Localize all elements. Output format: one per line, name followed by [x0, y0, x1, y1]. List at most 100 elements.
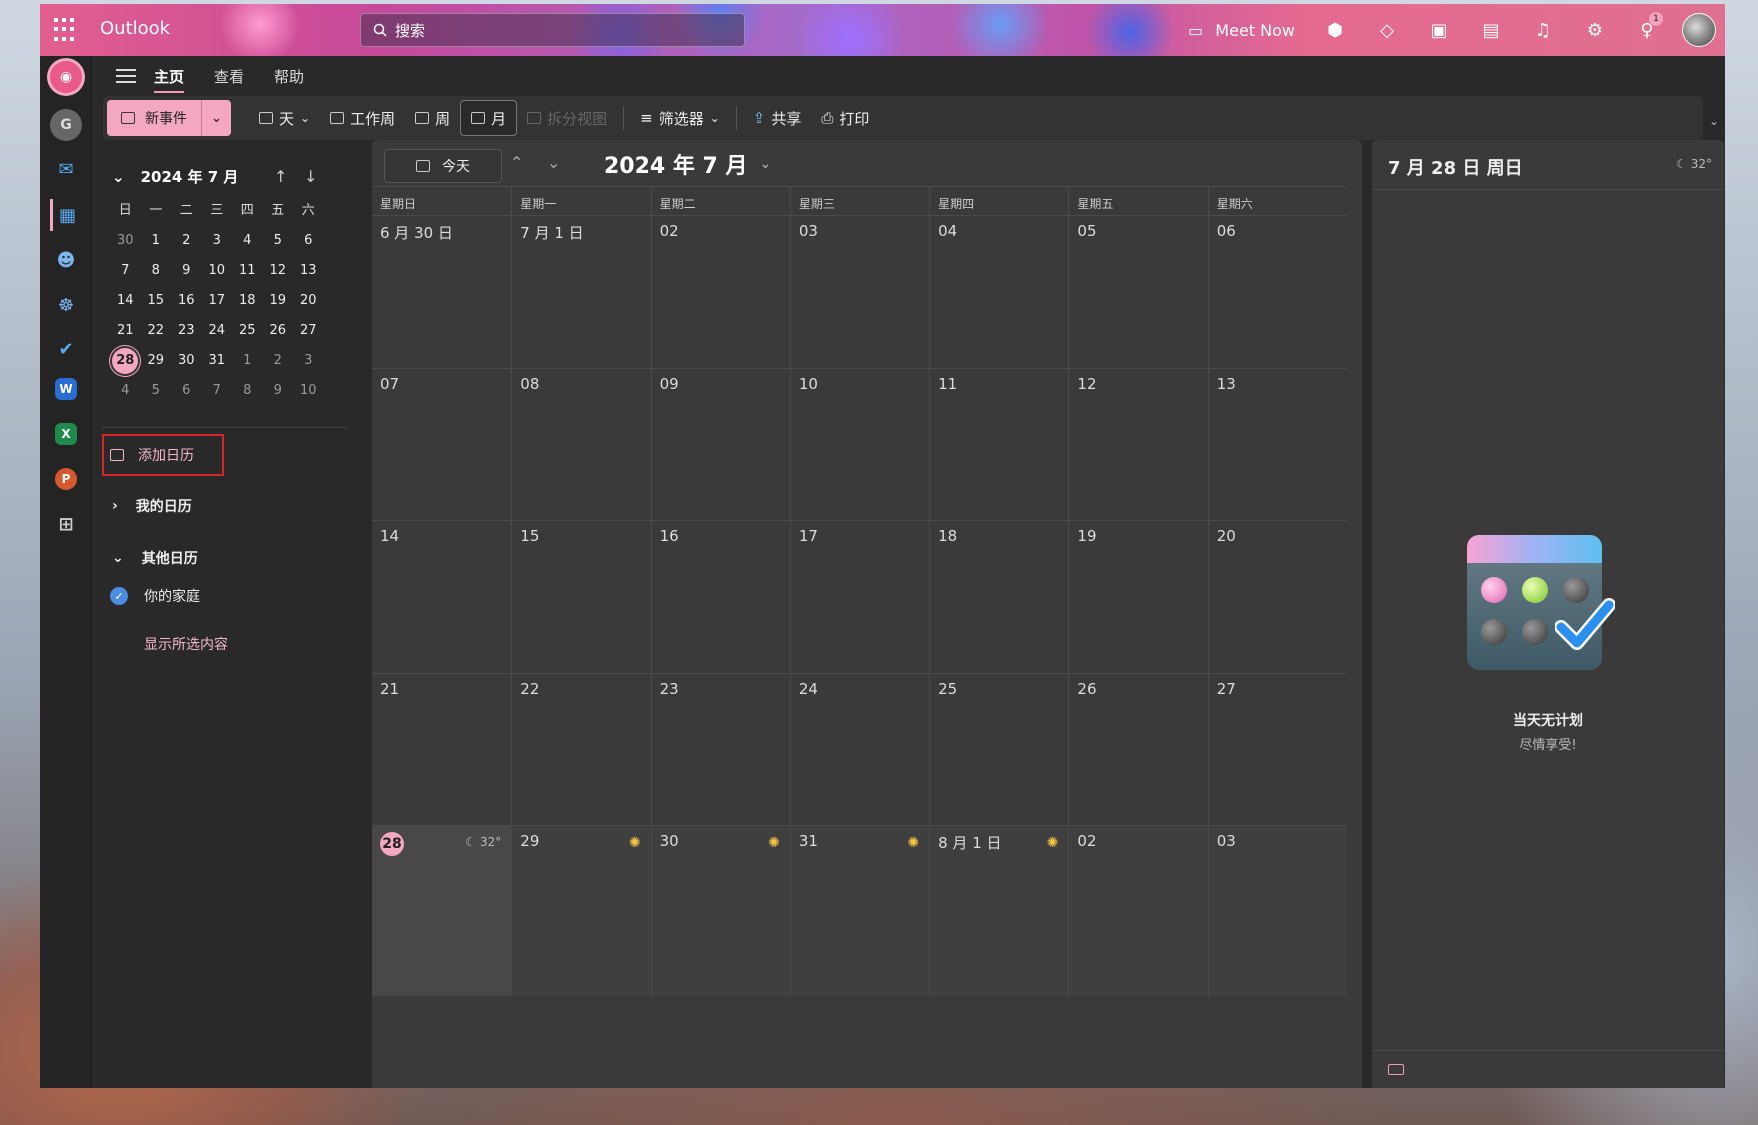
day-cell[interactable]: 24	[789, 673, 929, 825]
mini-day[interactable]: 22	[141, 316, 172, 346]
mini-day[interactable]: 2	[263, 346, 294, 376]
google-icon[interactable]: G	[50, 109, 82, 141]
mini-day[interactable]: 1	[141, 226, 172, 256]
app-launcher-icon[interactable]	[54, 18, 78, 42]
my-calendars-group[interactable]: › 我的日历	[112, 496, 192, 516]
mini-day[interactable]: 7	[202, 376, 233, 406]
calendar-item-family[interactable]: ✓ 你的家庭	[110, 586, 200, 606]
day-cell[interactable]: 06	[1207, 216, 1347, 368]
mini-day[interactable]: 18	[232, 286, 263, 316]
mini-day[interactable]: 8	[232, 376, 263, 406]
tab-view[interactable]: 查看	[214, 58, 244, 95]
previous-month-icon[interactable]: ⌃	[510, 153, 523, 172]
share-button[interactable]: ⇪ 共享	[743, 100, 812, 136]
day-cell[interactable]: 03	[789, 216, 929, 368]
mini-day[interactable]: 13	[293, 256, 324, 286]
new-event-button[interactable]: 新事件	[107, 108, 201, 128]
tab-home[interactable]: 主页	[154, 58, 185, 95]
groups-icon[interactable]: ☸	[50, 289, 82, 321]
powerpoint-icon[interactable]: P	[55, 468, 77, 490]
mini-day[interactable]: 17	[202, 286, 233, 316]
month-button[interactable]: 月	[460, 100, 518, 136]
search-box[interactable]: 搜索	[360, 13, 745, 47]
mini-day[interactable]: 1	[232, 346, 263, 376]
calendar-icon[interactable]: ▦	[50, 199, 82, 231]
work-week-button[interactable]: 工作周	[320, 100, 405, 136]
day-cell[interactable]: 13	[1207, 368, 1347, 520]
profile-button[interactable]	[1673, 4, 1725, 56]
day-cell[interactable]: 10	[789, 368, 929, 520]
ribbon-expand-icon[interactable]: ⌄	[1709, 114, 1719, 128]
agenda-footer-icon[interactable]	[1388, 1064, 1404, 1075]
mini-day[interactable]: 30	[110, 226, 141, 256]
excel-icon[interactable]: X	[55, 423, 77, 445]
hamburger-icon[interactable]	[116, 65, 136, 87]
day-cell[interactable]: 15	[511, 521, 650, 673]
people-icon[interactable]: ☻	[50, 244, 82, 276]
day-cell[interactable]: 02	[650, 216, 790, 368]
add-calendar-button[interactable]: 添加日历	[102, 434, 224, 476]
split-view-button[interactable]: 拆分视图	[517, 100, 617, 136]
mini-day[interactable]: 7	[110, 256, 141, 286]
onenote-icon[interactable]: ▣	[1413, 4, 1465, 56]
mini-day[interactable]: 12	[263, 256, 294, 286]
mail-icon[interactable]: ✉	[50, 153, 82, 185]
mini-day[interactable]: 5	[263, 226, 294, 256]
day-cell[interactable]: 05	[1068, 216, 1207, 368]
mini-day[interactable]: 27	[293, 316, 324, 346]
mini-day[interactable]: 6	[293, 226, 324, 256]
mini-day-today[interactable]: 28	[110, 346, 141, 376]
arrow-up-icon[interactable]: ↑	[274, 167, 287, 186]
day-cell[interactable]: 20	[1207, 521, 1347, 673]
mini-day[interactable]: 5	[141, 376, 172, 406]
day-cell[interactable]: 21	[372, 674, 511, 826]
day-cell[interactable]: 29 ✺	[511, 826, 651, 996]
day-cell[interactable]: 09	[650, 368, 790, 520]
mini-day[interactable]: 25	[232, 316, 263, 346]
day-cell-today[interactable]: 28 ☾ 32°	[372, 826, 512, 996]
day-cell[interactable]: 08	[511, 368, 650, 520]
mini-day[interactable]: 20	[293, 286, 324, 316]
day-cell[interactable]: 27	[1207, 673, 1347, 825]
mini-day[interactable]: 9	[263, 376, 294, 406]
day-cell[interactable]: 23	[650, 673, 790, 825]
show-selected-link[interactable]: 显示所选内容	[144, 634, 228, 654]
mini-day[interactable]: 3	[202, 226, 233, 256]
day-cell[interactable]: 04	[929, 216, 1068, 368]
day-cell[interactable]: 25	[929, 673, 1068, 825]
mini-day[interactable]: 19	[263, 286, 294, 316]
day-cell[interactable]: 7 月 1 日	[511, 216, 650, 368]
day-cell[interactable]: 14	[372, 521, 511, 673]
mini-day[interactable]: 16	[171, 286, 202, 316]
mini-day[interactable]: 11	[232, 256, 263, 286]
day-cell[interactable]: 18	[929, 521, 1068, 673]
mini-day[interactable]: 4	[110, 376, 141, 406]
week-button[interactable]: 周	[405, 100, 460, 136]
mini-day[interactable]: 23	[171, 316, 202, 346]
teams-icon[interactable]: ⬢	[1309, 4, 1361, 56]
mini-day[interactable]: 8	[141, 256, 172, 286]
filter-button[interactable]: ≡ 筛选器 ⌄	[630, 100, 730, 136]
arrow-down-icon[interactable]: ↓	[304, 167, 317, 186]
bell-icon[interactable]: ♫	[1517, 4, 1569, 56]
mini-day[interactable]: 2	[171, 226, 202, 256]
word-icon[interactable]: W	[55, 378, 77, 400]
mini-day[interactable]: 15	[141, 286, 172, 316]
mini-day[interactable]: 10	[202, 256, 233, 286]
mini-day[interactable]: 3	[293, 346, 324, 376]
todo-icon[interactable]: ✔	[50, 333, 82, 365]
day-cell[interactable]: 19	[1068, 521, 1207, 673]
day-cell[interactable]: 31 ✺	[789, 826, 930, 996]
mini-day[interactable]: 24	[202, 316, 233, 346]
mini-day[interactable]: 14	[110, 286, 141, 316]
outlook-app-icon[interactable]: ◉	[50, 61, 82, 93]
month-title-button[interactable]: 2024 年 7 月 ⌄	[604, 148, 771, 180]
my-day-icon[interactable]: ▤	[1465, 4, 1517, 56]
day-view-button[interactable]: 天 ⌄	[249, 100, 320, 136]
day-cell[interactable]: 11	[929, 368, 1068, 520]
collapse-chevron-icon[interactable]: ⌄	[112, 168, 125, 186]
day-cell[interactable]: 02	[1068, 826, 1208, 996]
mini-day[interactable]: 30	[171, 346, 202, 376]
mini-day[interactable]: 31	[202, 346, 233, 376]
day-cell[interactable]: 22	[511, 673, 650, 825]
